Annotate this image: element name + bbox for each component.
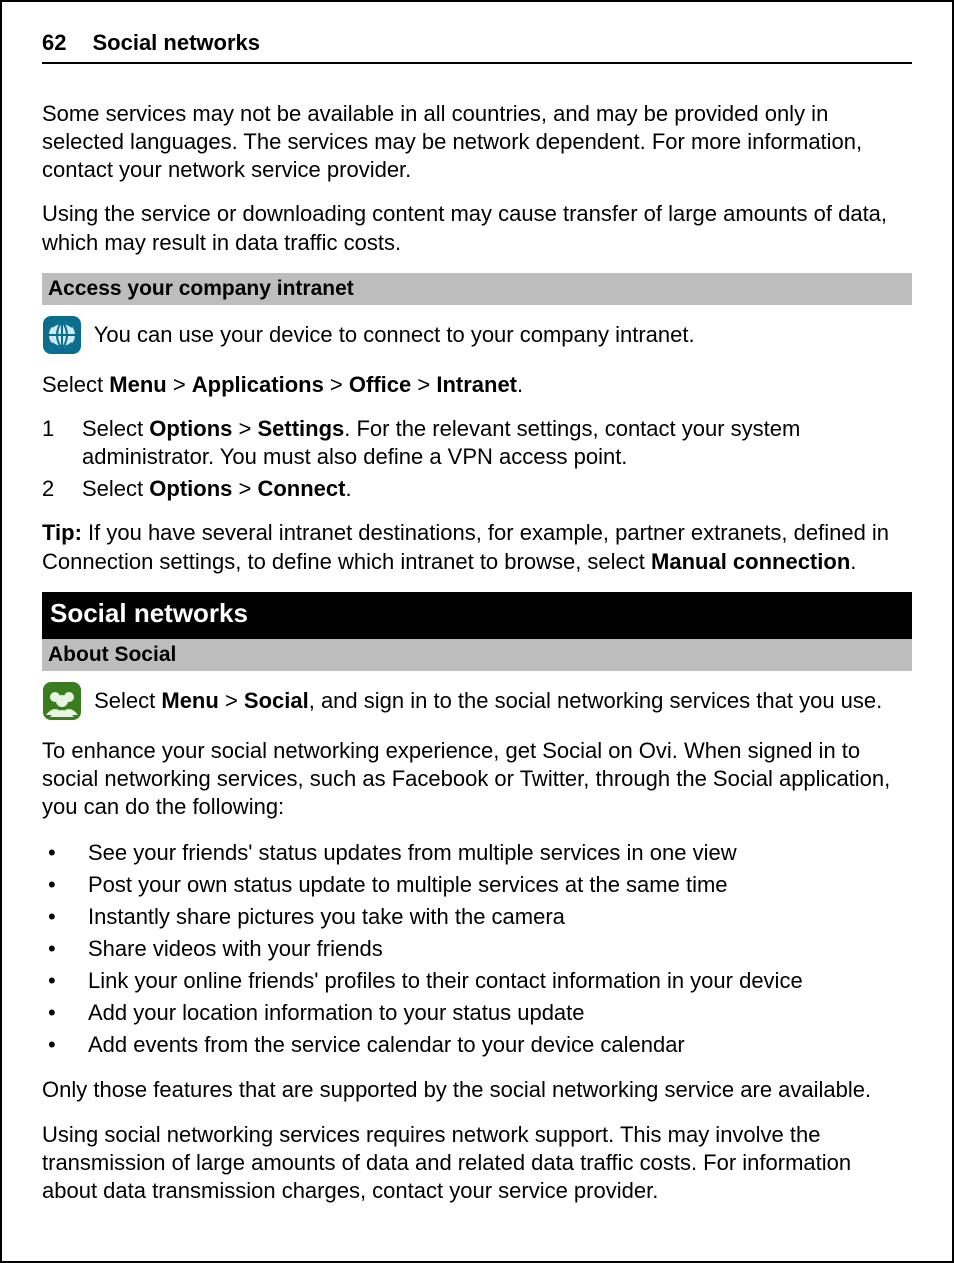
social-intro: Select Menu > Social, and sign in to the…: [42, 681, 912, 721]
nav-intranet: Intranet: [436, 372, 517, 397]
page-header-title: Social networks: [92, 30, 260, 56]
social-social: Social: [244, 688, 309, 713]
page-header: 62 Social networks: [42, 30, 912, 64]
step2-pre: Select: [82, 476, 149, 501]
intro-paragraph-1: Some services may not be available in al…: [42, 100, 912, 184]
social-sep: >: [219, 688, 244, 713]
bullet-text: Instantly share pictures you take with t…: [88, 901, 565, 933]
intranet-intro: You can use your device to connect to yo…: [42, 315, 912, 355]
tip-manual-connection: Manual connection: [651, 549, 850, 574]
step1-sep: >: [232, 416, 257, 441]
bullet-text: Post your own status update to multiple …: [88, 869, 728, 901]
list-item: Instantly share pictures you take with t…: [42, 901, 912, 933]
list-item: See your friends' status updates from mu…: [42, 837, 912, 869]
step2-connect: Connect: [257, 476, 345, 501]
chapter-heading-social: Social networks: [42, 592, 912, 639]
step-1: Select Options > Settings. For the relev…: [42, 415, 912, 471]
nav-sep3: >: [411, 372, 436, 397]
list-item: Share videos with your friends: [42, 933, 912, 965]
nav-pre: Select: [42, 372, 109, 397]
bullet-text: Share videos with your friends: [88, 933, 383, 965]
nav-menu: Menu: [109, 372, 166, 397]
step2-sep: >: [232, 476, 257, 501]
step1-settings: Settings: [257, 416, 344, 441]
intro-paragraph-2: Using the service or downloading content…: [42, 200, 912, 256]
bullet-text: See your friends' status updates from mu…: [88, 837, 737, 869]
social-feature-list: See your friends' status updates from mu…: [42, 837, 912, 1060]
bullet-text: Add your location information to your st…: [88, 997, 585, 1029]
step2-post: .: [345, 476, 351, 501]
step1-options: Options: [149, 416, 232, 441]
document-page: 62 Social networks Some services may not…: [0, 0, 954, 1263]
nav-office: Office: [349, 372, 411, 397]
list-item: Link your online friends' profiles to th…: [42, 965, 912, 997]
bullet-text: Add events from the service calendar to …: [88, 1029, 685, 1061]
list-item: Add events from the service calendar to …: [42, 1029, 912, 1061]
social-pre: Select: [88, 688, 161, 713]
step2-options: Options: [149, 476, 232, 501]
social-intro-text: Select Menu > Social, and sign in to the…: [88, 688, 882, 713]
social-paragraph-3: Using social networking services require…: [42, 1121, 912, 1205]
nav-sep1: >: [167, 372, 192, 397]
step-2: Select Options > Connect.: [42, 475, 912, 503]
social-paragraph-2: Only those features that are supported b…: [42, 1076, 912, 1104]
intranet-steps: Select Options > Settings. For the relev…: [42, 415, 912, 503]
intranet-navigation-path: Select Menu > Applications > Office > In…: [42, 371, 912, 399]
nav-post: .: [517, 372, 523, 397]
tip-label: Tip:: [42, 520, 88, 545]
globe-icon: [42, 315, 82, 355]
tip-post: .: [850, 549, 856, 574]
list-item: Post your own status update to multiple …: [42, 869, 912, 901]
section-heading-intranet: Access your company intranet: [42, 273, 912, 305]
list-item: Add your location information to your st…: [42, 997, 912, 1029]
step1-pre: Select: [82, 416, 149, 441]
social-paragraph-1: To enhance your social networking experi…: [42, 737, 912, 821]
page-number: 62: [42, 30, 66, 56]
bullet-text: Link your online friends' profiles to th…: [88, 965, 803, 997]
intranet-tip: Tip: If you have several intranet destin…: [42, 519, 912, 575]
section-heading-about-social: About Social: [42, 639, 912, 671]
people-icon: [42, 681, 82, 721]
nav-sep2: >: [324, 372, 349, 397]
social-post: , and sign in to the social networking s…: [309, 688, 883, 713]
intranet-intro-text: You can use your device to connect to yo…: [88, 322, 695, 347]
social-menu: Menu: [161, 688, 218, 713]
nav-applications: Applications: [192, 372, 324, 397]
